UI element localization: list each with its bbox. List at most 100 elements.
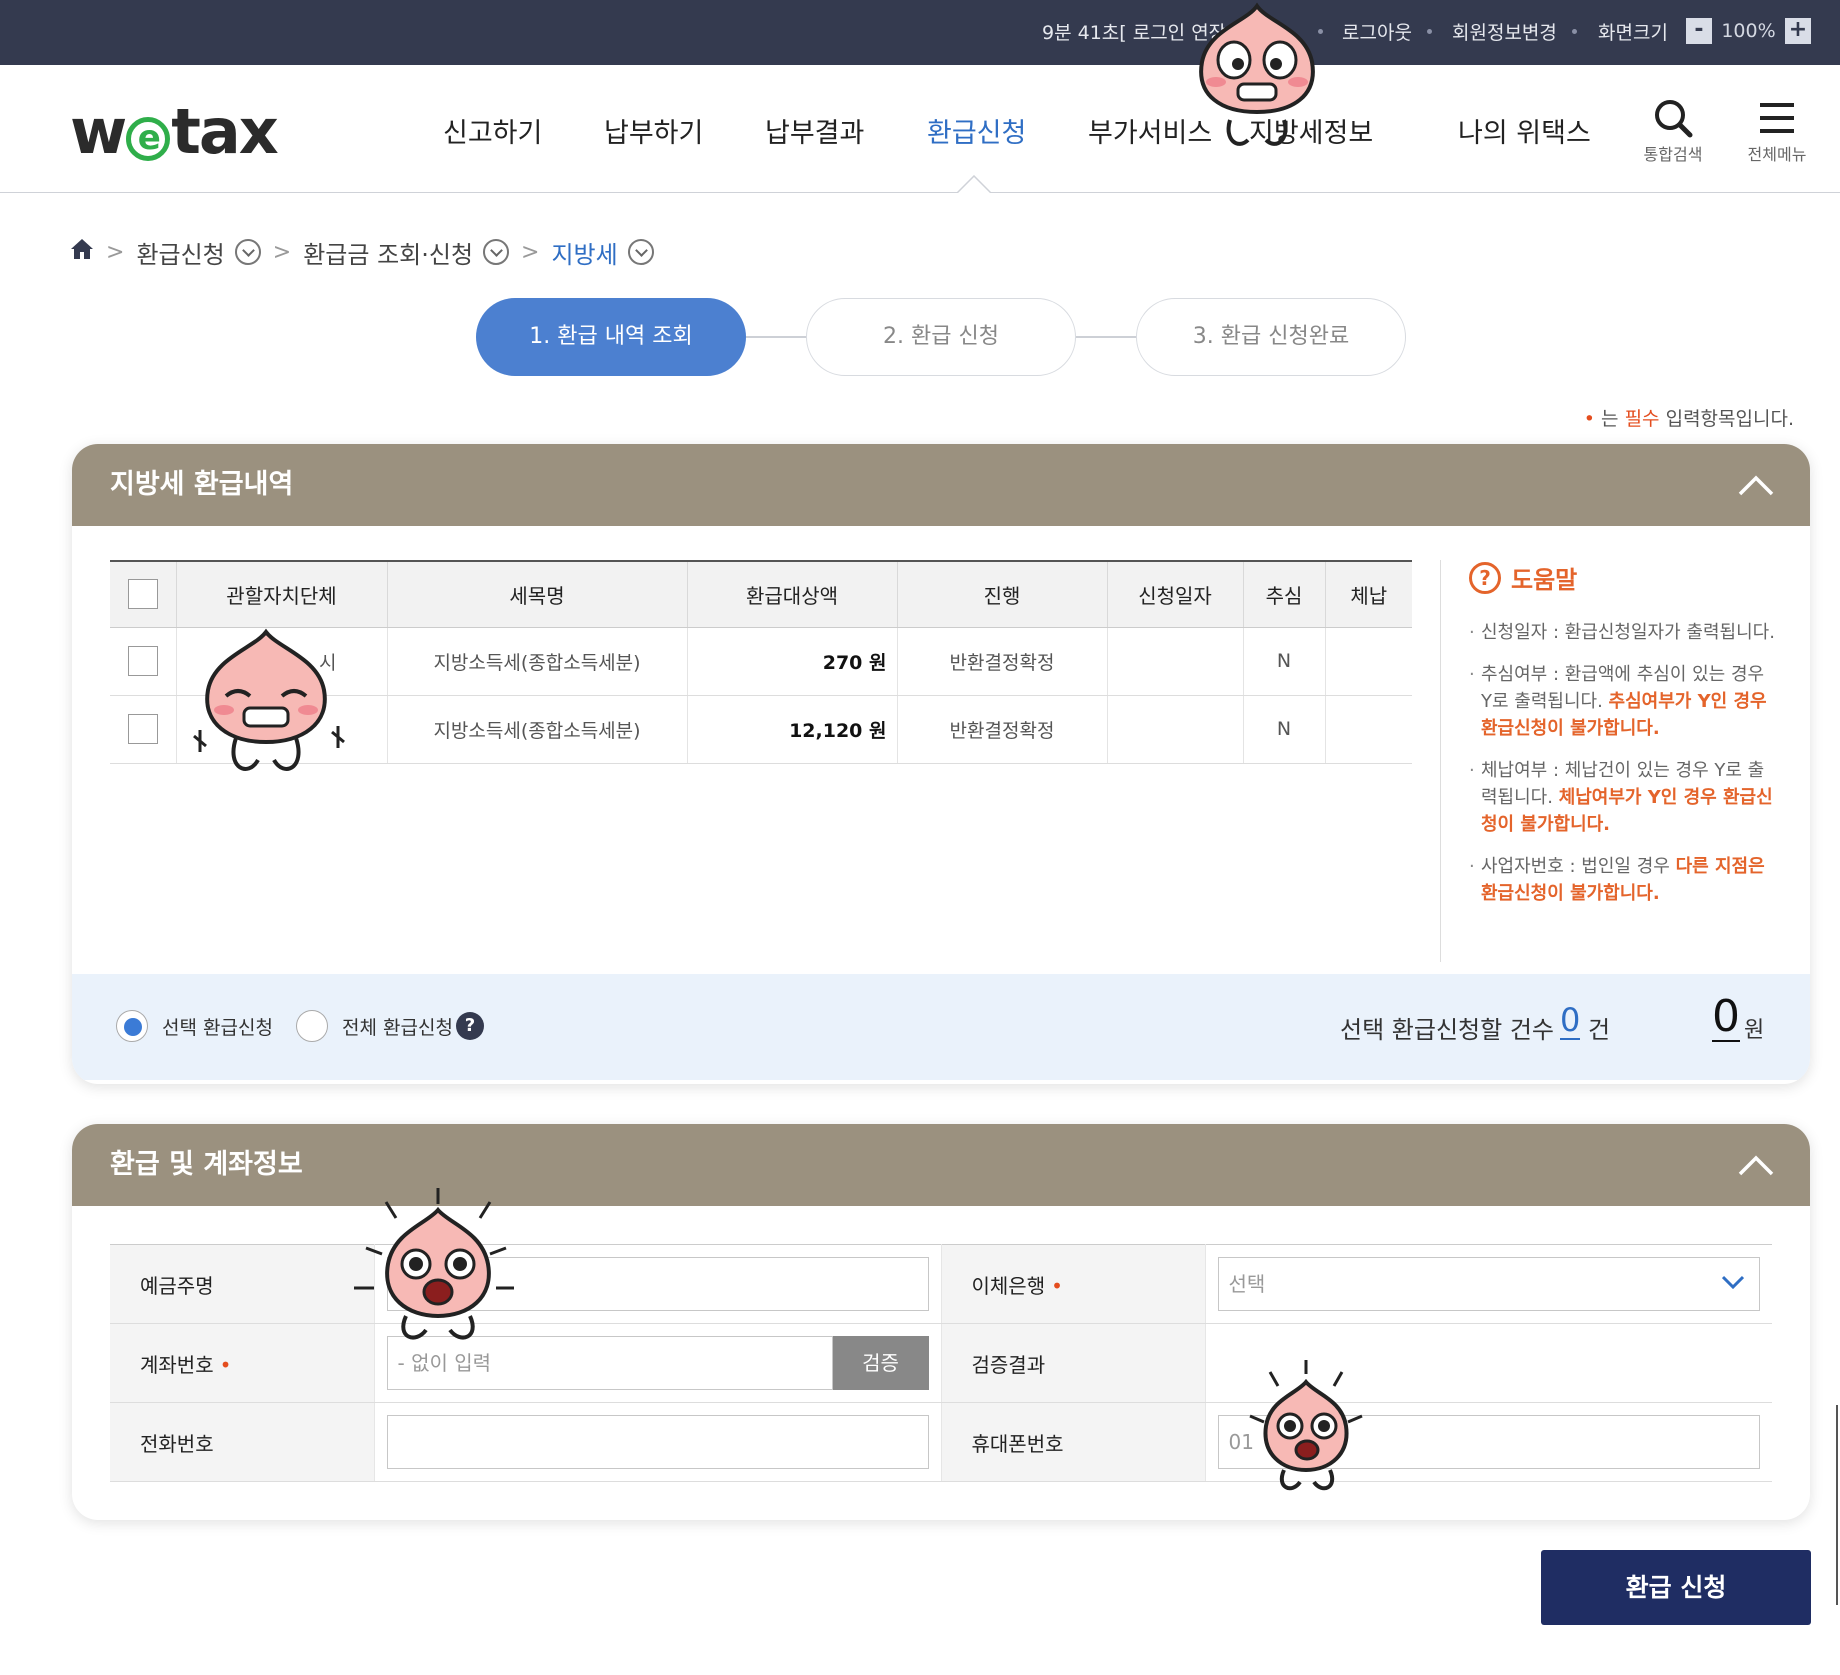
- chevron-right-icon: >: [106, 239, 125, 265]
- selected-amount-value: 0: [1712, 991, 1740, 1042]
- selection-summary-bar: 선택 환급신청 전체 환급신청 ? 선택 환급신청할 건수 0 건 0 원: [72, 974, 1810, 1080]
- help-item: 추심여부 : 환급액에 추심이 있는 경우 Y로 출력됩니다. 추심여부가 Y인…: [1469, 661, 1780, 742]
- all-refund-radio[interactable]: [296, 1010, 328, 1042]
- help-item: 체납여부 : 체납건이 있는 경우 Y로 출력됩니다. 체납여부가 Y인 경우 …: [1469, 757, 1780, 838]
- selected-count-unit: 건: [1588, 1016, 1611, 1044]
- zoom-value: 100%: [1721, 19, 1776, 42]
- phone-input[interactable]: [386, 1415, 929, 1469]
- peach-sticker-image: [193, 628, 345, 771]
- zoom-control: - 100% +: [1686, 16, 1811, 45]
- verify-result-label: 검증결과: [941, 1323, 1206, 1403]
- nav-my-wetax[interactable]: 나의 위택스: [1458, 111, 1591, 150]
- account-number-label: 계좌번호 •: [110, 1323, 375, 1403]
- question-mark-icon[interactable]: ?: [456, 1012, 484, 1040]
- row-collection: N: [1243, 695, 1326, 764]
- peach-sticker-image: [354, 1188, 514, 1340]
- active-nav-caret-icon: [957, 175, 991, 193]
- bank-select[interactable]: 선택: [1217, 1257, 1760, 1311]
- site-header: w e tax 신고하기 납부하기 납부결과 환급신청 부가서비스 지방세정보 나의…: [0, 65, 1840, 193]
- screen-size-label: 화면크기: [1598, 22, 1668, 44]
- scrollbar-edge: [1836, 1405, 1838, 1605]
- help-item: 신청일자 : 환급신청일자가 출력됩니다.: [1469, 619, 1780, 646]
- all-menu-label: 전체메뉴: [1747, 145, 1807, 164]
- chevron-down-icon[interactable]: [627, 239, 654, 265]
- required-field-note: • 는 필수 입력항목입니다.: [1583, 408, 1794, 430]
- account-info-header[interactable]: 환급 및 계좌정보: [72, 1124, 1810, 1206]
- nav-payment-result[interactable]: 납부결과: [765, 111, 864, 150]
- chevron-right-icon: >: [272, 239, 292, 265]
- col-apply-date: 신청일자: [1107, 560, 1244, 628]
- separator-dot: [1427, 29, 1432, 34]
- mobile-label: 휴대폰번호: [941, 1402, 1206, 1482]
- chevron-down-icon: [1722, 1275, 1744, 1289]
- member-edit-link[interactable]: 회원정보변경: [1452, 18, 1557, 45]
- top-utility-bar: 9분 41초[ 로그인 연장 로그아웃 회원정보변경 화면크기 - 100% +: [0, 0, 1840, 65]
- row-tax-name: 지방소득세(종합소득세분): [387, 695, 688, 764]
- row-status: 반환결정확정: [897, 695, 1108, 764]
- form-row: 전화번호 휴대폰번호 01: [110, 1402, 1772, 1482]
- panel-title: 지방세 환급내역: [110, 469, 294, 500]
- verify-button[interactable]: 검증: [832, 1336, 929, 1390]
- col-refund-amount: 환급대상액: [687, 560, 898, 628]
- zoom-in-button[interactable]: +: [1785, 17, 1811, 44]
- selected-count-value: 0: [1560, 1001, 1581, 1040]
- breadcrumb-item-refund-inquiry[interactable]: 환급금 조회·신청: [303, 235, 473, 270]
- step-connector: [746, 336, 808, 338]
- wetax-logo[interactable]: w e tax: [70, 95, 279, 168]
- zoom-out-button[interactable]: -: [1686, 17, 1712, 44]
- row-collection: N: [1243, 627, 1326, 696]
- refund-history-header[interactable]: 지방세 환급내역: [72, 444, 1810, 526]
- collapse-chevron-up-icon[interactable]: [1738, 1154, 1774, 1176]
- nav-payment[interactable]: 납부하기: [604, 111, 703, 150]
- row-checkbox[interactable]: [127, 646, 158, 676]
- row-amount: 270 원: [687, 627, 898, 696]
- row-amount: 12,120 원: [687, 695, 898, 764]
- chevron-down-icon[interactable]: [483, 239, 510, 265]
- row-status: 반환결정확정: [897, 627, 1108, 696]
- select-all-checkbox[interactable]: [127, 579, 158, 610]
- peach-sticker-image: [1249, 1360, 1363, 1491]
- col-tax-name: 세목명: [387, 560, 688, 628]
- col-region: 관할자치단체: [176, 560, 388, 628]
- step-connector: [1076, 336, 1138, 338]
- separator-dot: [1572, 29, 1577, 34]
- row-checkbox[interactable]: [127, 714, 158, 744]
- row-date: [1107, 627, 1244, 696]
- nav-refund[interactable]: 환급신청: [927, 111, 1026, 150]
- required-dot-icon: •: [1583, 408, 1595, 430]
- logout-link[interactable]: 로그아웃: [1342, 18, 1412, 45]
- col-collection: 추심: [1243, 560, 1326, 628]
- refund-apply-button[interactable]: 환급 신청: [1541, 1550, 1811, 1625]
- home-icon[interactable]: [70, 238, 94, 266]
- search-label: 통합검색: [1643, 145, 1703, 164]
- phone-label: 전화번호: [110, 1402, 375, 1482]
- all-menu-button[interactable]: 전체메뉴: [1732, 95, 1822, 165]
- panel-title: 환급 및 계좌정보: [110, 1149, 303, 1180]
- account-info-panel: 환급 및 계좌정보 예금주명 이체은행 • 선택 계좌번호 • - 없이 입력 검증: [72, 1124, 1810, 1520]
- help-title: ? 도움말: [1469, 560, 1780, 595]
- chevron-down-icon[interactable]: [234, 239, 261, 265]
- nav-report[interactable]: 신고하기: [443, 111, 542, 150]
- step-3-complete: 3. 환급 신청완료: [1136, 298, 1406, 376]
- hamburger-menu-icon: [1732, 95, 1822, 141]
- step-2-apply: 2. 환급 신청: [806, 298, 1076, 376]
- col-arrears: 체납: [1325, 560, 1412, 628]
- search-icon: [1628, 95, 1718, 141]
- depositor-label: 예금주명: [110, 1244, 375, 1324]
- step-1-inquiry: 1. 환급 내역 조회: [476, 298, 746, 376]
- breadcrumb-item-refund[interactable]: 환급신청: [136, 235, 224, 270]
- row-date: [1107, 695, 1244, 764]
- row-arrears: [1325, 627, 1412, 696]
- bank-label: 이체은행 •: [941, 1244, 1206, 1324]
- selected-amount-unit: 원: [1744, 1018, 1765, 1043]
- help-item: 사업자번호 : 법인일 경우 다른 지점은 환급신청이 불가합니다.: [1469, 853, 1780, 907]
- all-refund-label[interactable]: 전체 환급신청: [342, 1013, 453, 1040]
- question-circle-icon: ?: [1469, 561, 1501, 594]
- breadcrumb-item-local-tax[interactable]: 지방세: [551, 235, 617, 270]
- select-refund-label[interactable]: 선택 환급신청: [162, 1013, 273, 1040]
- collapse-chevron-up-icon[interactable]: [1738, 474, 1774, 496]
- select-refund-radio[interactable]: [116, 1010, 148, 1042]
- required-dot-icon: •: [219, 1352, 232, 1377]
- search-button[interactable]: 통합검색: [1628, 95, 1718, 165]
- row-arrears: [1325, 695, 1412, 764]
